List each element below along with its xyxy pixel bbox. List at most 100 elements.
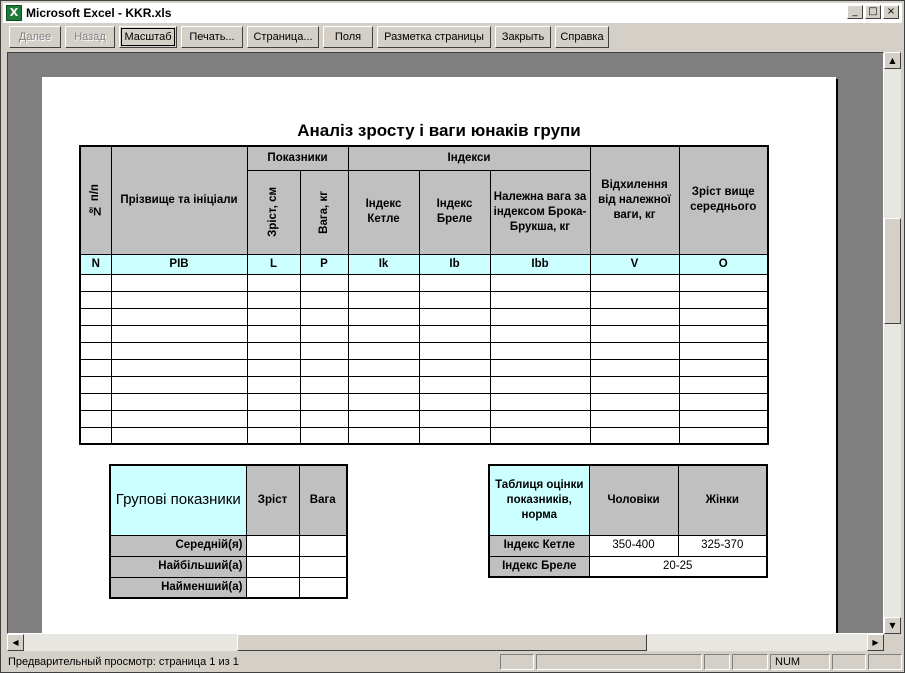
excel-window: X Microsoft Excel - KKR.xls _ □ × Далее … [0,0,905,673]
group-cell [298,555,348,578]
close-preview-button[interactable]: Закрыть [495,26,551,48]
scroll-right-icon[interactable]: ▶ [867,634,884,651]
table-cell [347,409,420,428]
num-lock-indicator: NUM [770,654,830,670]
group-cell [245,576,300,599]
table-cell [299,290,349,309]
status-bar: Предварительный просмотр: страница 1 из … [3,653,902,671]
table-cell [246,358,301,377]
table-row [79,307,769,326]
table-cell [299,426,349,445]
table-cell [110,375,248,394]
table-row [79,273,769,292]
table-cell [489,426,591,445]
norm-value: 20-25 [588,555,768,578]
scroll-left-icon[interactable]: ◀ [7,634,24,651]
table-cell [678,426,769,445]
table-cell [489,392,591,411]
excel-app-icon[interactable]: X [6,5,22,21]
codes-row: N PIB L P Ik Ib Ibb V O [79,253,769,275]
table-cell [299,409,349,428]
table-cell [418,290,491,309]
margins-button[interactable]: Поля [323,26,373,48]
table-cell [110,324,248,343]
status-cell [704,654,730,670]
horizontal-scrollbar[interactable]: ◀ ▶ [7,634,884,651]
group-indicators-table: Групові показники Зріст Вага Середній(я)… [109,464,348,599]
preview-area[interactable]: Аналіз зросту і ваги юнаків групи № п/п … [7,52,884,634]
table-cell [418,392,491,411]
status-cell [832,654,866,670]
next-page-button[interactable]: Далее [9,26,61,48]
table-cell [347,426,420,445]
scroll-up-icon[interactable]: ▲ [884,52,901,69]
table-cell [489,341,591,360]
print-button[interactable]: Печать... [181,26,243,48]
previous-page-button[interactable]: Назад [65,26,115,48]
table-cell [299,307,349,326]
table-cell [678,273,769,292]
table-cell [489,307,591,326]
group-col-height: Зріст [245,464,300,536]
header-indices: Індекси [347,145,591,171]
help-button[interactable]: Справка [555,26,609,48]
horizontal-scroll-thumb[interactable] [237,634,647,651]
vertical-scroll-thumb[interactable] [884,218,901,324]
window-title: Microsoft Excel - KKR.xls [26,6,172,20]
minimize-button[interactable]: _ [847,5,863,19]
close-button[interactable]: × [883,5,899,19]
print-preview-toolbar: Далее Назад Масштаб Печать... Страница..… [3,25,902,49]
sheet-title: Аналіз зросту і ваги юнаків групи [297,121,581,140]
page-break-preview-button[interactable]: Разметка страницы [377,26,491,48]
table-cell [489,273,591,292]
table-cell [110,409,248,428]
header-indicators: Показники [246,145,349,171]
table-cell [246,392,301,411]
table-cell [678,324,769,343]
table-cell [418,426,491,445]
table-cell [678,358,769,377]
page-setup-button[interactable]: Страница... [247,26,319,48]
table-row [79,409,769,428]
table-cell [246,307,301,326]
table-cell [110,307,248,326]
group-row-label: Середній(я) [109,534,247,557]
table-cell [347,324,420,343]
code-cell: O [678,253,769,275]
maximize-button[interactable]: □ [865,5,881,19]
status-cell [732,654,768,670]
zoom-button[interactable]: Масштаб [119,26,177,48]
table-cell [79,273,112,292]
table-cell [678,341,769,360]
table-cell [246,341,301,360]
table-cell [79,375,112,394]
vertical-scrollbar[interactable]: ▲ ▼ [884,52,901,634]
title-bar: X Microsoft Excel - KKR.xls _ □ × [3,3,902,23]
code-cell: PIB [110,253,248,275]
norm-col-women: Жінки [677,464,768,536]
norm-row-label: Індекс Бреле [488,555,590,578]
table-cell [589,392,680,411]
scroll-down-icon[interactable]: ▼ [884,617,901,634]
header-broca: Індекс Бреле [418,169,491,255]
group-cell [245,555,300,578]
table-cell [347,392,420,411]
code-cell: Ik [347,253,420,275]
table-row [79,392,769,411]
group-table-title: Групові показники [109,464,247,536]
code-cell: Ibb [489,253,591,275]
table-cell [299,375,349,394]
table-cell [418,409,491,428]
table-cell [489,358,591,377]
table-cell [246,426,301,445]
group-cell [245,534,300,557]
table-cell [589,426,680,445]
norm-col-men: Чоловіки [588,464,679,536]
header-proper-weight: Належна вага за індексом Брока-Брукша, к… [489,169,591,255]
main-table: № п/п Прізвище та ініціали Показники Інд… [79,145,769,445]
table-row [79,324,769,343]
table-cell [589,273,680,292]
table-row [79,375,769,394]
code-cell: L [246,253,301,275]
norm-table: Таблиця оцінки показників, норма Чоловік… [488,464,768,578]
